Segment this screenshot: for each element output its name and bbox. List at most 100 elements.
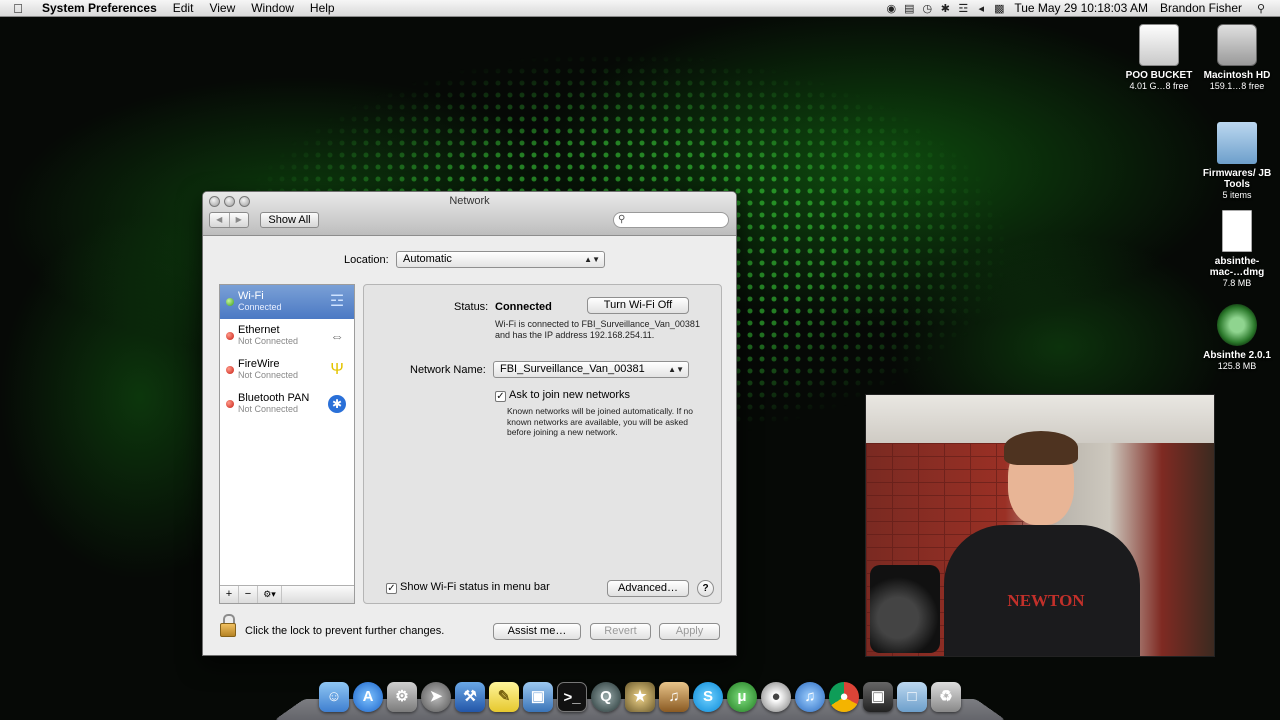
- input-menu-icon[interactable]: ▩: [990, 2, 1008, 15]
- garageband-icon[interactable]: ♫: [659, 682, 689, 712]
- search-field[interactable]: ⚲: [613, 212, 729, 228]
- stickies-icon[interactable]: ✎: [489, 682, 519, 712]
- show-wifi-status-checkbox[interactable]: ✓: [386, 583, 397, 594]
- wifi-detail-pane: Status: Connected Turn Wi-Fi Off Wi-Fi i…: [363, 284, 722, 604]
- webcam-overlay: NEWTON: [865, 394, 1215, 657]
- display-icon[interactable]: ▤: [900, 2, 918, 15]
- disk-image-icon: [1222, 210, 1252, 252]
- volume-icon[interactable]: ◂: [972, 2, 990, 15]
- apply-button[interactable]: Apply: [659, 623, 720, 640]
- utorrent-icon[interactable]: μ: [727, 682, 757, 712]
- desktop-icon-firmwares[interactable]: Firmwares/ JB Tools 5 items: [1200, 122, 1274, 200]
- desktop-icon-label: POO BUCKET: [1125, 70, 1193, 81]
- apple-menu-icon[interactable]: : [0, 1, 36, 16]
- status-dot-icon: [226, 366, 234, 374]
- time-machine-icon[interactable]: ◷: [918, 2, 936, 15]
- desktop-icon-detail: 4.01 G…8 free: [1129, 81, 1189, 91]
- chrome-icon[interactable]: ●: [829, 682, 859, 712]
- folder-icon: [1217, 122, 1257, 164]
- ask-to-join-checkbox[interactable]: ✓: [495, 391, 506, 402]
- launchpad-icon[interactable]: ➤: [421, 682, 451, 712]
- menu-view[interactable]: View: [201, 0, 243, 17]
- service-item-bluetooth-pan[interactable]: Bluetooth PAN Not Connected ✱: [220, 387, 354, 421]
- window-titlebar[interactable]: Network ◀ ▶ Show All ⚲: [203, 192, 736, 236]
- terminal-icon[interactable]: >_: [557, 682, 587, 712]
- imovie-icon[interactable]: ★: [625, 682, 655, 712]
- bluetooth-icon: ✱: [328, 395, 346, 413]
- checkmark-icon: ✓: [496, 391, 505, 402]
- back-forward-control: ◀ ▶: [209, 212, 249, 228]
- itunes-icon[interactable]: ♫: [795, 682, 825, 712]
- desktop-icon-macintosh-hd[interactable]: Macintosh HD 159.1…8 free: [1200, 24, 1274, 91]
- dvd-player-icon[interactable]: ●: [761, 682, 791, 712]
- service-item-ethernet[interactable]: Ethernet Not Connected ⇔: [220, 319, 354, 353]
- status-dot-icon: [226, 332, 234, 340]
- popup-arrows-icon: ▲▼: [584, 255, 600, 264]
- desktop-icon-absinthe-dmg[interactable]: absinthe-mac-…dmg 7.8 MB: [1200, 210, 1274, 288]
- skype-icon[interactable]: S: [693, 682, 723, 712]
- desktop-icon-detail: 7.8 MB: [1222, 278, 1252, 288]
- wifi-menu-icon[interactable]: ☲: [954, 2, 972, 15]
- lock-icon[interactable]: [219, 614, 236, 637]
- service-item-wifi[interactable]: Wi-Fi Connected ☲: [220, 285, 354, 319]
- network-name-popup[interactable]: FBI_Surveillance_Van_00381 ▲▼: [493, 361, 689, 378]
- webcam-shirt-text: NEWTON: [1007, 591, 1085, 610]
- location-label: Location:: [344, 254, 389, 266]
- menu-app-name[interactable]: System Preferences: [36, 0, 165, 17]
- gear-icon[interactable]: ⚙▾: [258, 586, 282, 603]
- search-input[interactable]: [628, 214, 719, 225]
- service-item-firewire[interactable]: FireWire Not Connected Ψ: [220, 353, 354, 387]
- documents-stack-icon[interactable]: □: [897, 682, 927, 712]
- finder-icon[interactable]: ☺: [319, 682, 349, 712]
- firewire-icon: Ψ: [330, 361, 344, 378]
- remove-service-button[interactable]: −: [239, 586, 258, 603]
- system-preferences-icon[interactable]: ⚙: [387, 682, 417, 712]
- status-description: Wi-Fi is connected to FBI_Surveillance_V…: [495, 319, 700, 340]
- desktop-icon-detail: 159.1…8 free: [1209, 81, 1265, 91]
- xcode-icon[interactable]: ⚒: [455, 682, 485, 712]
- network-name-value: FBI_Surveillance_Van_00381: [500, 363, 645, 375]
- absinthe-app-icon: [1217, 304, 1257, 346]
- service-list-toolbar: + − ⚙▾: [220, 585, 354, 603]
- trash-icon[interactable]: ♻: [931, 682, 961, 712]
- lock-text: Click the lock to prevent further change…: [245, 625, 445, 637]
- location-popup[interactable]: Automatic ▲▼: [396, 251, 605, 268]
- desktop-icon-absinthe-app[interactable]: Absinthe 2.0.1 125.8 MB: [1200, 304, 1274, 371]
- desktop-icon-label: Absinthe 2.0.1: [1203, 350, 1271, 361]
- screen-record-icon[interactable]: ◉: [882, 2, 900, 15]
- status-dot-icon: [226, 298, 234, 306]
- photo-booth-icon[interactable]: ▣: [863, 682, 893, 712]
- menu-clock[interactable]: Tue May 29 10:18:03 AM: [1008, 1, 1156, 15]
- turn-wifi-off-button[interactable]: Turn Wi-Fi Off: [587, 297, 689, 314]
- spotlight-icon[interactable]: ⚲: [1252, 2, 1270, 15]
- hard-drive-icon: [1217, 24, 1257, 66]
- menu-user[interactable]: Brandon Fisher: [1156, 1, 1252, 15]
- forward-arrow-icon[interactable]: ▶: [228, 213, 249, 227]
- webcam-person-hair: [1004, 431, 1078, 465]
- add-service-button[interactable]: +: [220, 586, 239, 603]
- popup-arrows-icon: ▲▼: [668, 365, 684, 374]
- show-all-button[interactable]: Show All: [260, 212, 319, 228]
- assist-me-button[interactable]: Assist me…: [493, 623, 581, 640]
- quicktime-icon[interactable]: Q: [591, 682, 621, 712]
- help-button[interactable]: ?: [697, 580, 714, 597]
- status-value: Connected: [495, 301, 552, 313]
- ask-to-join-label: Ask to join new networks: [509, 389, 631, 401]
- menu-edit[interactable]: Edit: [165, 0, 202, 17]
- network-window: Network ◀ ▶ Show All ⚲ Location: Automat…: [202, 191, 737, 656]
- advanced-button[interactable]: Advanced…: [607, 580, 689, 597]
- revert-button[interactable]: Revert: [590, 623, 651, 640]
- desktop-icon-poo-bucket[interactable]: POO BUCKET 4.01 G…8 free: [1122, 24, 1196, 91]
- network-name-label: Network Name:: [410, 364, 486, 376]
- menu-window[interactable]: Window: [243, 0, 302, 17]
- status-dot-icon: [226, 400, 234, 408]
- app-store-icon[interactable]: A: [353, 682, 383, 712]
- menu-help[interactable]: Help: [302, 0, 343, 17]
- webcam-drums: [870, 565, 940, 653]
- bluetooth-menu-icon[interactable]: ✱: [936, 2, 954, 15]
- preview-icon[interactable]: ▣: [523, 682, 553, 712]
- ethernet-icon: ⇔: [330, 328, 344, 344]
- desktop-icon-label: Firmwares/ JB Tools: [1202, 168, 1272, 190]
- checkmark-icon: ✓: [387, 583, 396, 594]
- back-arrow-icon[interactable]: ◀: [210, 213, 229, 227]
